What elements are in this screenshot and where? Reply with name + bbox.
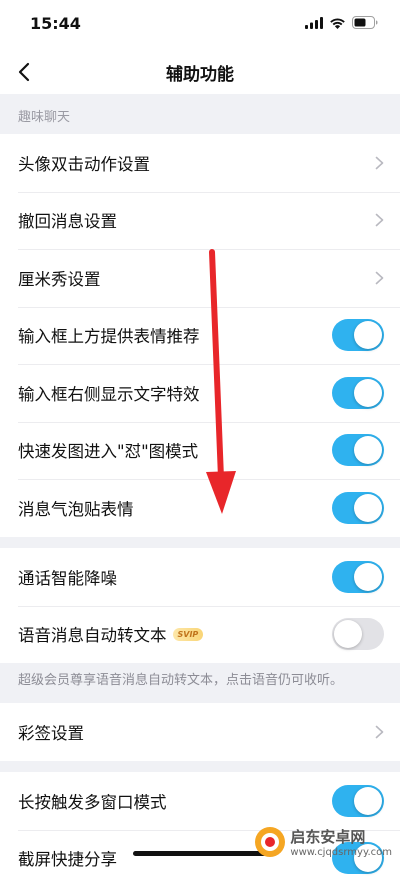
- toggle-switch[interactable]: [332, 377, 384, 409]
- watermark-text: 启东安卓网 www.cjqdsrmyy.com: [290, 826, 392, 858]
- section-header-fun-chat: 趣味聊天: [0, 99, 400, 137]
- row-label: 快速发图进入"怼"图模式: [18, 438, 198, 462]
- battery-icon: [352, 16, 378, 29]
- row-label: 截屏快捷分享: [18, 846, 117, 870]
- toggle-knob: [354, 494, 382, 522]
- toggle-switch[interactable]: [332, 434, 384, 466]
- row-multi-window: 长按触发多窗口模式: [0, 772, 400, 830]
- chevron-right-icon: [375, 213, 384, 227]
- row-label: 头像双击动作设置: [18, 151, 150, 175]
- row-quick-photo-mode: 快速发图进入"怼"图模式: [0, 422, 400, 480]
- toggle-knob: [354, 787, 382, 815]
- toggle-knob: [354, 563, 382, 591]
- watermark-url: www.cjqdsrmyy.com: [290, 847, 392, 858]
- toggle-switch[interactable]: [332, 492, 384, 524]
- status-icons: [305, 16, 378, 29]
- home-indicator: [133, 851, 267, 856]
- voice-to-text-note: 超级会员尊享语音消息自动转文本，点击语音仍可收听。: [0, 661, 400, 701]
- svip-badge: SVIP: [173, 628, 204, 641]
- row-voice-to-text: 语音消息自动转文本 SVIP: [0, 606, 400, 664]
- chevron-right-icon: [375, 156, 384, 170]
- watermark: 启东安卓网 www.cjqdsrmyy.com: [254, 826, 392, 858]
- toggle-knob: [354, 379, 382, 407]
- row-recall-message[interactable]: 撤回消息设置: [0, 192, 400, 250]
- settings-group-fun-chat: 头像双击动作设置 撤回消息设置 厘米秀设置 输入框上方提供表情推荐 输入框右侧显…: [0, 134, 400, 537]
- row-label: 输入框右侧显示文字特效: [18, 381, 200, 405]
- settings-group-sign: 彩签设置: [0, 703, 400, 761]
- row-avatar-double-tap[interactable]: 头像双击动作设置: [0, 134, 400, 192]
- row-label: 长按触发多窗口模式: [18, 789, 167, 813]
- watermark-logo-icon: [254, 826, 286, 858]
- toggle-switch[interactable]: [332, 561, 384, 593]
- toggle-knob: [354, 436, 382, 464]
- status-bar: 15:44: [0, 0, 400, 50]
- row-label: 输入框上方提供表情推荐: [18, 323, 200, 347]
- settings-group-voice: 通话智能降噪 语音消息自动转文本 SVIP: [0, 548, 400, 663]
- row-color-sign-settings[interactable]: 彩签设置: [0, 703, 400, 761]
- status-time: 15:44: [30, 14, 81, 33]
- row-label: 消息气泡贴表情: [18, 496, 134, 520]
- chevron-right-icon: [375, 725, 384, 739]
- chevron-right-icon: [375, 271, 384, 285]
- row-bubble-sticker: 消息气泡贴表情: [0, 479, 400, 537]
- row-label: 厘米秀设置: [18, 266, 101, 290]
- row-cmshow-settings[interactable]: 厘米秀设置: [0, 249, 400, 307]
- row-label: 彩签设置: [18, 720, 84, 744]
- row-noise-reduction: 通话智能降噪: [0, 548, 400, 606]
- toggle-switch[interactable]: [332, 618, 384, 650]
- toggle-switch[interactable]: [332, 319, 384, 351]
- toggle-knob: [354, 321, 382, 349]
- row-label: 通话智能降噪: [18, 565, 117, 589]
- toggle-switch[interactable]: [332, 785, 384, 817]
- row-emoji-recommend: 输入框上方提供表情推荐: [0, 307, 400, 365]
- row-label: 撤回消息设置: [18, 208, 117, 232]
- wifi-icon: [329, 17, 346, 29]
- row-text-effects: 输入框右侧显示文字特效: [0, 364, 400, 422]
- cellular-signal-icon: [305, 17, 323, 29]
- row-label: 语音消息自动转文本: [18, 622, 167, 646]
- toggle-knob: [334, 620, 362, 648]
- watermark-name: 启东安卓网: [290, 826, 392, 847]
- nav-bar: 辅助功能: [0, 50, 400, 94]
- page-title: 辅助功能: [0, 60, 400, 85]
